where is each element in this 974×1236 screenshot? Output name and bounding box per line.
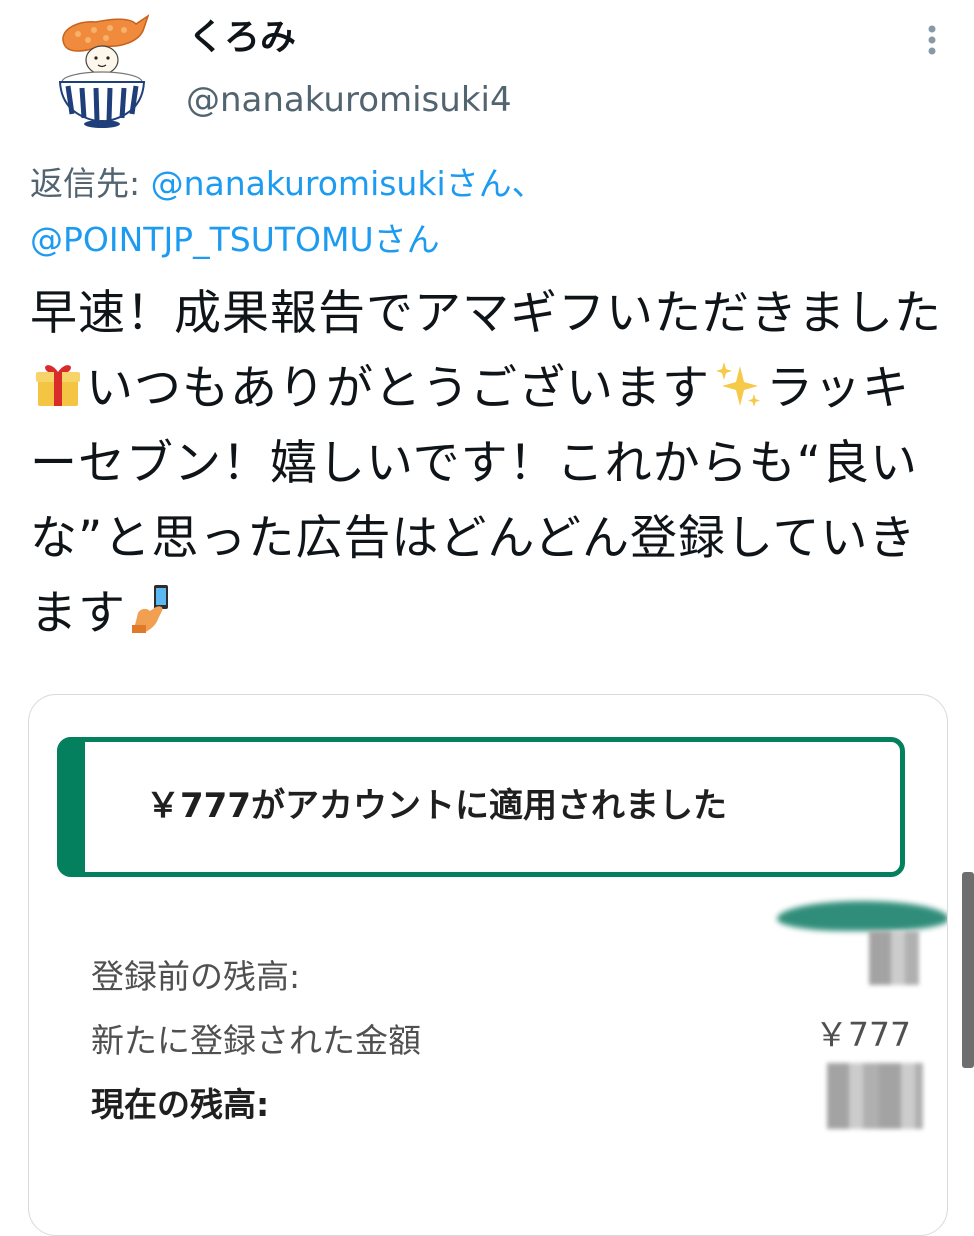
banner-accent-bar (57, 737, 85, 877)
scrollbar[interactable] (962, 872, 974, 1068)
added-amount-label: 新たに登録された金額 (91, 1021, 421, 1060)
redacted-balance-before (869, 931, 919, 985)
reply-mention-link-2[interactable]: @POINTJP_TSUTOMUさん (30, 220, 440, 259)
reply-context: 返信先: @nanakuromisukiさん、 @POINTJP_TSUTOMU… (30, 156, 930, 268)
wrapped-gift-icon (32, 358, 84, 410)
reply-prefix: 返信先: (30, 164, 151, 203)
more-options-button[interactable] (912, 20, 952, 60)
sparkles-icon (712, 358, 764, 410)
banner-message: ￥777がアカウントに適用されました (146, 786, 727, 826)
tweet-text-part-1: 早速！成果報告でアマギフいただきました (30, 286, 942, 341)
balance-before-label: 登録前の残高: (91, 957, 301, 996)
current-balance-label: 現在の残高: (91, 1085, 270, 1124)
tweet-text-part-2: いつもありがとうございます (86, 361, 710, 416)
redacted-button (777, 901, 947, 931)
added-amount-value: ￥777 (815, 1015, 911, 1054)
avatar-illustration-icon (58, 14, 150, 128)
redacted-current-balance (827, 1063, 923, 1129)
tweet-text: 早速！成果報告でアマギフいただきました いつもありがとうございます ラッキーセブ… (30, 276, 948, 651)
user-handle[interactable]: @nanakuromisuki4 (186, 76, 512, 124)
selfie-hand-icon (128, 583, 180, 635)
reply-mention-link-1[interactable]: @nanakuromisukiさん、 (151, 164, 545, 203)
more-vertical-icon (928, 25, 936, 55)
success-banner: ￥777がアカウントに適用されました (57, 737, 905, 877)
attached-image[interactable]: ￥777がアカウントに適用されました 登録前の残高: 新たに登録された金額 ￥7… (28, 694, 948, 1236)
avatar[interactable] (44, 8, 160, 130)
display-name[interactable]: くろみ (188, 12, 296, 64)
